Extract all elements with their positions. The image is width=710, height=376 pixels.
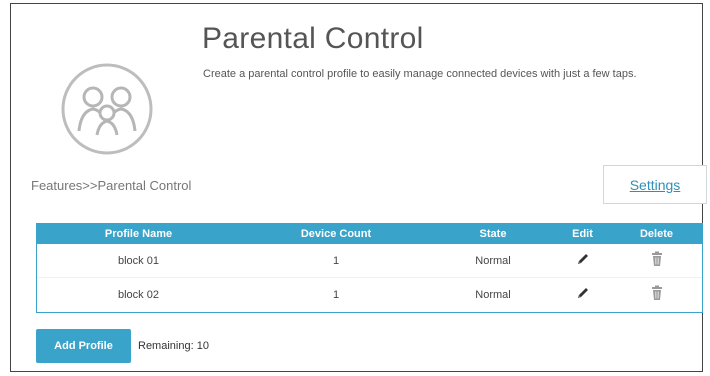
- state-cell: Normal: [475, 254, 511, 267]
- page-title: Parental Control: [202, 22, 424, 55]
- column-header-device-count: Device Count: [300, 228, 372, 240]
- device-count-cell: 1: [332, 288, 340, 301]
- trash-icon[interactable]: [648, 250, 666, 268]
- profile-name-cell: block 01: [118, 254, 159, 267]
- pencil-icon[interactable]: [574, 284, 592, 302]
- table-row: block 02 1 Normal: [37, 277, 702, 311]
- profile-name-cell: block 02: [118, 288, 159, 301]
- table-header: Profile Name Device Count State Edit Del…: [37, 224, 702, 244]
- delete-cell: [611, 250, 702, 271]
- content-frame: Parental Control Create a parental contr…: [10, 3, 707, 372]
- edit-cell: [554, 250, 611, 271]
- edit-cell: [554, 284, 611, 305]
- remaining-label: Remaining:: [138, 340, 194, 352]
- settings-button[interactable]: Settings: [603, 165, 707, 204]
- breadcrumb: Features>>Parental Control: [31, 178, 192, 193]
- column-header-delete: Delete: [639, 228, 674, 240]
- profile-table: Profile Name Device Count State Edit Del…: [36, 223, 703, 313]
- column-header-profile-name: Profile Name: [104, 228, 173, 240]
- table-row: block 01 1 Normal: [37, 244, 702, 277]
- remaining-count: Remaining: 10: [138, 340, 209, 352]
- add-profile-button[interactable]: Add Profile: [36, 329, 131, 363]
- state-cell: Normal: [475, 288, 511, 301]
- column-header-state: State: [479, 228, 507, 240]
- column-header-edit: Edit: [572, 228, 593, 240]
- delete-cell: [611, 284, 702, 305]
- remaining-value: 10: [196, 340, 209, 352]
- page-description: Create a parental control profile to eas…: [203, 68, 637, 80]
- trash-icon[interactable]: [648, 284, 666, 302]
- parental-control-logo-icon: [59, 61, 155, 157]
- pencil-icon[interactable]: [574, 250, 592, 268]
- device-count-cell: 1: [332, 254, 340, 267]
